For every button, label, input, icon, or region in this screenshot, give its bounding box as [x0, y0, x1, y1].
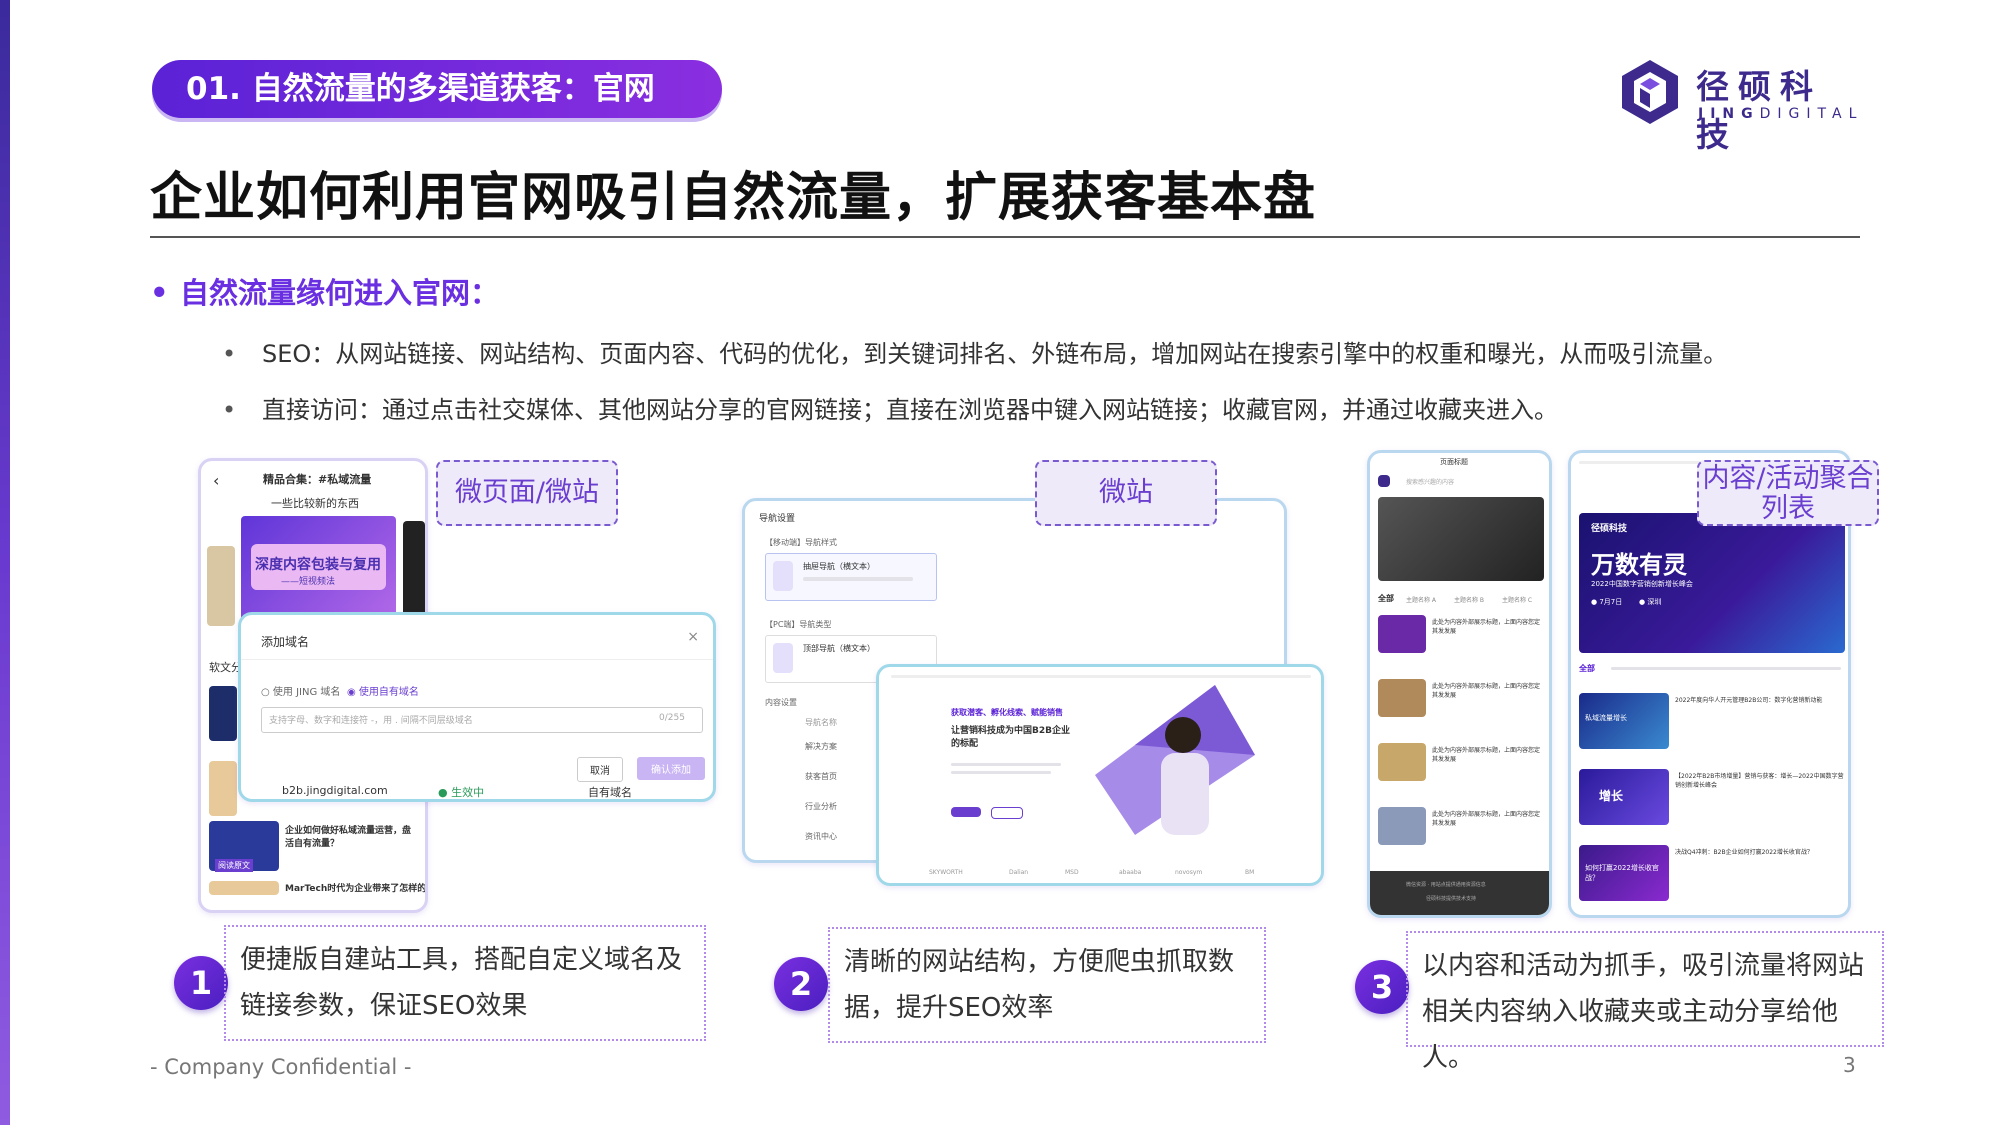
page-number: 3	[1843, 1053, 1856, 1077]
content-list-screenshot: 页面标题 搜索感兴趣的内容 全部 主题名称 A 主题名称 B 主题名称 C 此处…	[1367, 450, 1552, 918]
domain-type: 自有域名	[588, 786, 632, 799]
website-homepage-screenshot: 获取潜客、孵化线索、赋能销售 让营销科技成为中国B2B企业的标配 SKYWORT…	[876, 664, 1324, 886]
bullet-seo: • SEO：从网站链接、网站结构、页面内容、代码的优化，到关键词排名、外链布局，增…	[222, 340, 1728, 368]
page-title: 企业如何利用官网吸引自然流量，扩展获客基本盘	[150, 168, 1317, 228]
subhead: • 自然流量缘何进入官网：	[150, 276, 500, 310]
hero-graphic	[1095, 685, 1255, 835]
tag-microsite: 微站	[1035, 460, 1217, 526]
caption-panel-3: 以内容和活动为抓手，吸引流量将网站相关内容纳入收藏夹或主动分享给他人。	[1406, 931, 1884, 1073]
logo-english: JINGDIGITAL	[1698, 106, 1864, 122]
add-domain-modal-screenshot: 添加域名 × ○ 使用 JING 域名 ◉ 使用自有域名 支持字母、数字和连接符…	[238, 612, 716, 802]
bullet-direct-visit: • 直接访问：通过点击社交媒体、其他网站分享的官网链接；直接在浏览器中键入网站链接…	[222, 396, 1558, 424]
caption-panel-2: 清晰的网站结构，方便爬虫抓取数据，提升SEO效率	[828, 927, 1266, 1043]
close-icon: ×	[687, 629, 699, 645]
step-number-1: 1	[174, 956, 228, 1010]
company-logo: 径硕科技 JINGDIGITAL	[1620, 58, 1864, 154]
tag-micropage: 微页面/微站	[436, 460, 618, 526]
step-number-2: 2	[774, 957, 828, 1011]
domain-status: ● 生效中	[438, 786, 485, 799]
caption-panel-1: 便捷版自建站工具，搭配自定义域名及链接参数，保证SEO效果	[224, 925, 706, 1041]
left-accent-bar	[0, 0, 10, 1125]
footer-confidential: - Company Confidential -	[150, 1055, 412, 1079]
tag-content-list: 内容/活动聚合列表	[1697, 460, 1879, 526]
title-divider	[150, 236, 1860, 238]
domain-value: b2b.jingdigital.com	[282, 784, 388, 797]
section-pill: 01. 自然流量的多渠道获客：官网	[152, 60, 722, 118]
step-number-3: 3	[1355, 960, 1409, 1014]
logo-mark-icon	[1622, 60, 1678, 124]
